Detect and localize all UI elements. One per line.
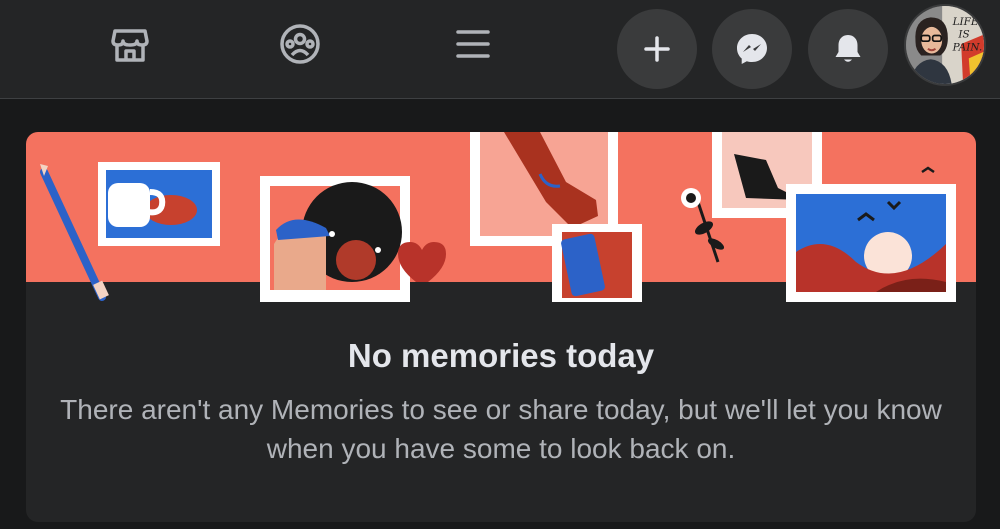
marketplace-icon[interactable] [100,14,160,74]
bell-icon [835,35,861,62]
svg-text:PAIN.: PAIN. [952,42,983,54]
profile-avatar[interactable]: LIFE IS PAIN. [904,4,986,86]
landscape-photo [786,166,956,302]
memories-description: There aren't any Memories to see or shar… [60,394,942,464]
messenger-button[interactable] [712,9,792,89]
phone-photo [552,224,642,302]
messenger-icon [737,34,767,64]
memories-illustration [26,132,976,302]
svg-text:LIFE: LIFE [952,16,979,28]
top-navigation-bar: LIFE IS PAIN. [0,0,1000,99]
memories-card: No memories today There aren't any Memor… [26,132,976,522]
notifications-button[interactable] [808,9,888,89]
coffee-photo [98,162,220,246]
svg-text:IS: IS [957,28,969,40]
menu-icon[interactable] [443,14,503,74]
memories-title: No memories today [347,337,655,374]
plus-icon [644,36,670,62]
groups-icon[interactable] [270,14,330,74]
couple-photo [260,176,410,302]
create-button[interactable] [617,9,697,89]
